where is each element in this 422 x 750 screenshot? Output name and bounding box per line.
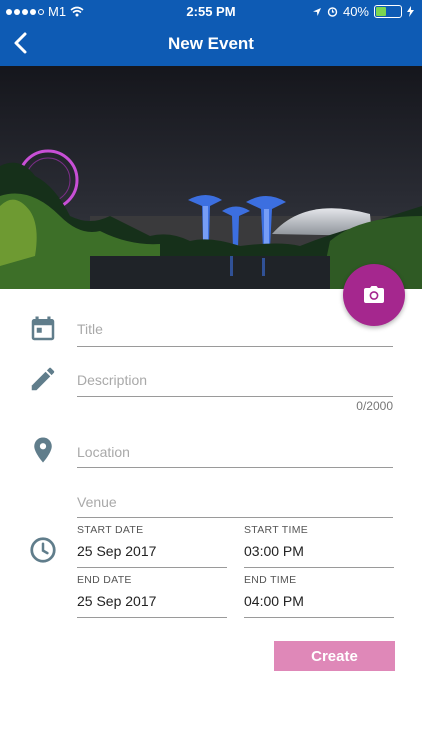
end-date-value[interactable]: 25 Sep 2017 [77,593,156,609]
description-char-counter: 0/2000 [356,399,393,413]
battery-icon [374,5,402,18]
start-date-value[interactable]: 25 Sep 2017 [77,543,156,559]
end-time-value[interactable]: 04:00 PM [244,593,304,609]
title-input[interactable]: Title [77,321,103,337]
location-underline [77,467,393,468]
start-time-value[interactable]: 03:00 PM [244,543,304,559]
description-underline [77,396,393,397]
status-bar: M1 2:55 PM 40% [0,0,422,22]
calendar-icon [31,316,55,341]
event-cover-image [0,66,422,289]
camera-icon [364,286,384,303]
venue-underline [77,517,393,518]
battery-percent: 40% [342,4,369,19]
description-input[interactable]: Description [77,372,147,388]
pencil-icon [31,367,55,391]
end-time-label: END TIME [244,574,297,586]
status-right: 40% [312,4,414,19]
start-time-label: START TIME [244,524,309,536]
clock-icon [30,537,56,563]
add-photo-button[interactable] [343,264,405,326]
charging-icon [407,6,414,17]
title-underline [77,346,393,347]
end-time-underline [244,617,394,618]
venue-input[interactable]: Venue [77,494,117,510]
start-date-underline [77,567,227,568]
location-input[interactable]: Location [77,444,130,460]
map-pin-icon [34,437,52,463]
end-date-label: END DATE [77,574,132,586]
start-time-underline [244,567,394,568]
end-date-underline [77,617,227,618]
start-date-label: START DATE [77,524,144,536]
alarm-icon [327,7,338,17]
create-button[interactable]: Create [274,641,395,671]
page-title: New Event [168,34,254,53]
location-arrow-icon [312,7,321,16]
